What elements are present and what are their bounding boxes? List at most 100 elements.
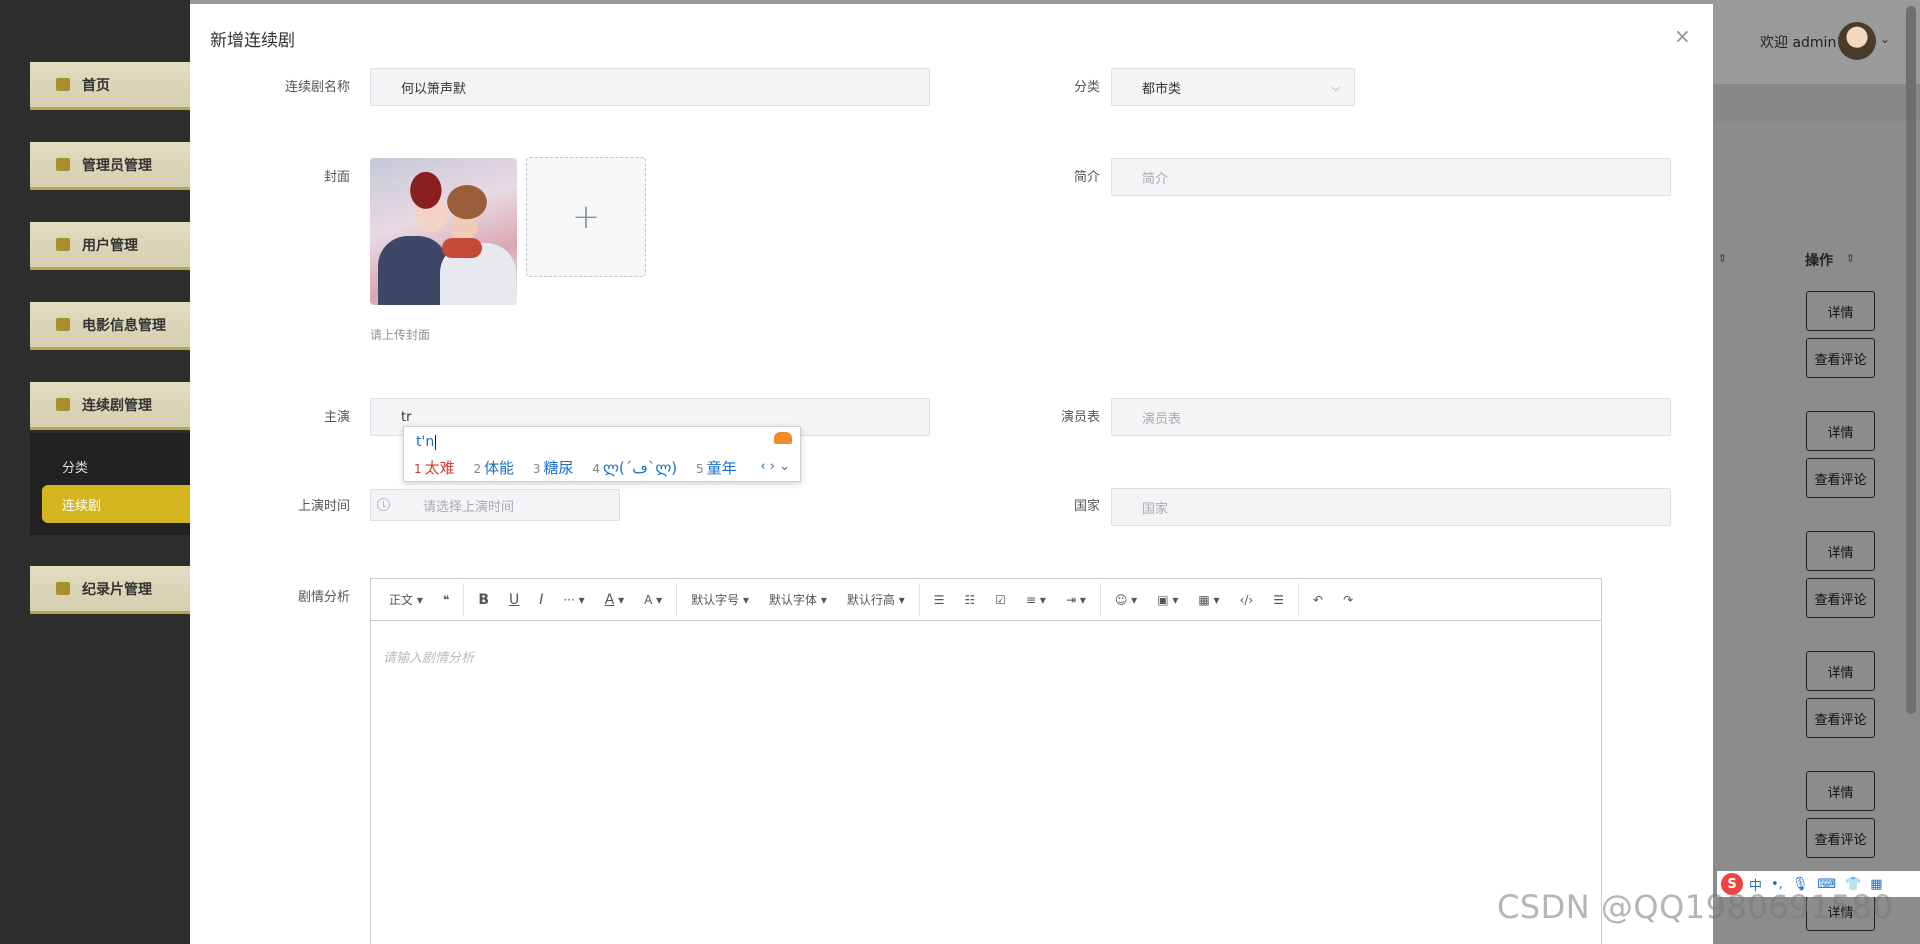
intro-label: 简介: [1073, 170, 1100, 185]
ime-candidate[interactable]: 1 太难: [414, 459, 455, 477]
numbered-list-icon[interactable]: ☷: [965, 593, 976, 607]
ime-candidate[interactable]: 3 糖尿: [533, 459, 574, 477]
line-height-dropdown[interactable]: 默认行高 ▾: [847, 591, 905, 608]
analysis-label: 剧情分析: [297, 590, 350, 605]
divider: [1298, 582, 1299, 617]
detail-button[interactable]: 详情: [1806, 411, 1875, 451]
code-icon[interactable]: ‹/›: [1240, 593, 1254, 607]
divider: [918, 582, 920, 617]
bullet-list-icon[interactable]: ☰: [934, 593, 945, 607]
cover-image[interactable]: [370, 158, 517, 305]
paragraph-format-dropdown[interactable]: 正文 ▾: [389, 591, 423, 608]
dialog-title: 新增连续剧: [210, 31, 295, 51]
ime-skin-icon[interactable]: [774, 432, 792, 444]
indent-icon[interactable]: ⇥ ▾: [1066, 593, 1086, 607]
plus-icon: +: [571, 197, 601, 237]
category-select[interactable]: 都市类 ⌵: [1111, 68, 1355, 106]
ime-candidate[interactable]: 5 童年: [696, 459, 737, 477]
upload-cover-button[interactable]: +: [526, 157, 646, 277]
editor-toolbar: 正文 ▾ ❝ B U I ··· ▾ A ▾ A ▾ 默认字号 ▾ 默认字体 ▾…: [371, 579, 1601, 621]
detail-button[interactable]: 详情: [1806, 771, 1875, 811]
ime-composition: t'n: [416, 434, 435, 450]
ime-page-nav[interactable]: ‹ › ⌄: [760, 459, 790, 474]
redo-icon[interactable]: ↷: [1343, 593, 1353, 607]
chevron-down-icon: ⌵: [1331, 81, 1340, 94]
welcome-text: 欢迎 admin: [1760, 35, 1837, 51]
view-comments-button[interactable]: 查看评论: [1806, 578, 1875, 618]
country-label: 国家: [1073, 499, 1100, 514]
undo-icon[interactable]: ↶: [1313, 593, 1323, 607]
image-icon[interactable]: ▣ ▾: [1157, 593, 1178, 607]
sidebar-item-users[interactable]: 用户管理: [30, 222, 205, 270]
more-styles-dropdown[interactable]: ··· ▾: [563, 593, 584, 607]
detail-button[interactable]: 详情: [1806, 291, 1875, 331]
movie-icon: [56, 318, 70, 331]
divider: [463, 582, 465, 617]
italic-icon[interactable]: I: [539, 592, 543, 608]
todo-icon[interactable]: ☑: [995, 593, 1006, 607]
ime-candidate-list: 1 太难 2 体能 3 糖尿 4 ლ(´ڡ`ლ) 5 童年: [414, 457, 751, 478]
cast-input[interactable]: 演员表: [1111, 398, 1671, 436]
font-size-dropdown[interactable]: 默认字号 ▾: [691, 591, 749, 608]
sort-icon[interactable]: ⇕: [1846, 252, 1855, 265]
name-label: 连续剧名称: [284, 80, 350, 95]
divider-line-icon[interactable]: ☰: [1273, 593, 1284, 607]
ime-candidate[interactable]: 4 ლ(´ڡ`ლ): [592, 459, 677, 477]
clock-icon: [377, 498, 390, 511]
submenu-item-series[interactable]: 连续剧: [42, 485, 212, 523]
ime-candidate[interactable]: 2 体能: [473, 459, 514, 477]
font-color-icon[interactable]: A ▾: [605, 592, 624, 608]
watermark: CSDN @QQ1980691580: [1497, 888, 1894, 926]
sidebar-item-movies[interactable]: 电影信息管理: [30, 302, 205, 350]
quote-icon[interactable]: ❝: [443, 593, 449, 607]
sidebar-item-series[interactable]: 连续剧管理: [30, 382, 205, 430]
sidebar-item-documentary[interactable]: 纪录片管理: [30, 566, 205, 614]
cover-tip: 请上传封面: [370, 328, 431, 342]
sort-icon[interactable]: ⇕: [1718, 252, 1727, 265]
actors-label: 主演: [323, 410, 350, 425]
column-header-operations: 操作: [1805, 253, 1833, 269]
country-input[interactable]: 国家: [1111, 488, 1671, 526]
sidebar-item-home[interactable]: 首页: [30, 62, 205, 110]
sidebar-item-admin[interactable]: 管理员管理: [30, 142, 205, 190]
cast-label: 演员表: [1060, 410, 1100, 425]
background-color-icon[interactable]: A ▾: [644, 593, 662, 607]
documentary-icon: [56, 582, 70, 595]
editor-placeholder: 请输入剧情分析: [383, 651, 475, 666]
table-icon[interactable]: ▦ ▾: [1198, 593, 1219, 607]
view-comments-button[interactable]: 查看评论: [1806, 818, 1875, 858]
ime-candidate-popup: t'n 1 太难 2 体能 3 糖尿 4 ლ(´ڡ`ლ) 5 童年 ‹ › ⌄: [403, 426, 801, 482]
home-icon: [56, 78, 70, 91]
series-name-input[interactable]: 何以箫声默: [370, 68, 930, 106]
user-icon: [56, 238, 70, 251]
view-comments-button[interactable]: 查看评论: [1806, 698, 1875, 738]
release-date-picker[interactable]: 请选择上演时间: [370, 489, 620, 521]
rich-text-editor[interactable]: 正文 ▾ ❝ B U I ··· ▾ A ▾ A ▾ 默认字号 ▾ 默认字体 ▾…: [370, 578, 1602, 944]
add-series-dialog: 新增连续剧 × 连续剧名称 何以箫声默 分类 都市类 ⌵ 封面 + 请上传封面 简…: [190, 4, 1713, 944]
cover-label: 封面: [323, 170, 350, 185]
underline-icon[interactable]: U: [509, 592, 519, 608]
figure-shape: [378, 236, 448, 305]
view-comments-button[interactable]: 查看评论: [1806, 338, 1875, 378]
series-submenu: 分类 连续剧: [30, 433, 212, 535]
divider: [1099, 582, 1101, 617]
emoji-icon[interactable]: ☺ ▾: [1115, 593, 1137, 607]
view-comments-button[interactable]: 查看评论: [1806, 458, 1875, 498]
bold-icon[interactable]: B: [478, 592, 489, 608]
avatar[interactable]: [1838, 22, 1876, 60]
chevron-down-icon[interactable]: ⌄: [1880, 32, 1890, 46]
figure-shape: [442, 238, 482, 258]
close-icon[interactable]: ×: [1674, 24, 1691, 48]
detail-button[interactable]: 详情: [1806, 531, 1875, 571]
release-label: 上演时间: [297, 499, 350, 514]
submenu-item-category[interactable]: 分类: [62, 457, 88, 476]
scrollbar[interactable]: [1906, 6, 1916, 714]
detail-button[interactable]: 详情: [1806, 651, 1875, 691]
intro-input[interactable]: 简介: [1111, 158, 1671, 196]
category-label: 分类: [1073, 80, 1100, 95]
divider: [676, 582, 678, 617]
series-icon: [56, 398, 70, 411]
font-family-dropdown[interactable]: 默认字体 ▾: [769, 591, 827, 608]
align-icon[interactable]: ≡ ▾: [1026, 593, 1046, 607]
admin-icon: [56, 158, 70, 171]
